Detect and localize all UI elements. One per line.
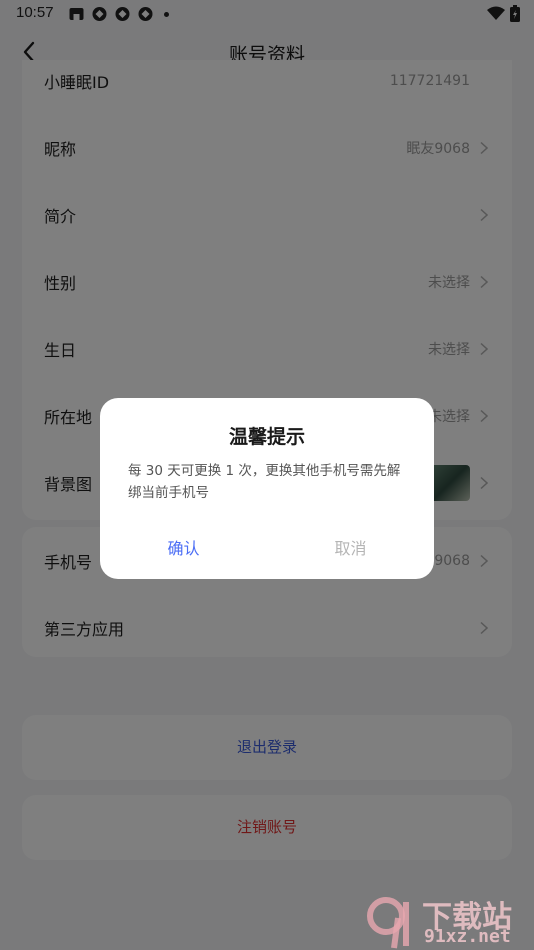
- cancel-button[interactable]: 取消: [267, 535, 434, 559]
- dialog-message: 每 30 天可更换 1 次，更换其他手机号需先解绑当前手机号: [128, 463, 401, 501]
- watermark-url: 91xz.net: [424, 926, 511, 947]
- watermark-logo-icon: [367, 897, 409, 949]
- dialog-title: 温馨提示: [228, 426, 305, 448]
- screen: 10:57 账号资料 小睡眠ID 117721491 昵称 眠友9068 简介: [0, 0, 534, 950]
- confirm-button[interactable]: 确认: [100, 535, 267, 559]
- alert-dialog: 温馨提示 每 30 天可更换 1 次，更换其他手机号需先解绑当前手机号 确认 取…: [100, 398, 434, 579]
- site-watermark: 下载站 91xz.net: [362, 888, 534, 950]
